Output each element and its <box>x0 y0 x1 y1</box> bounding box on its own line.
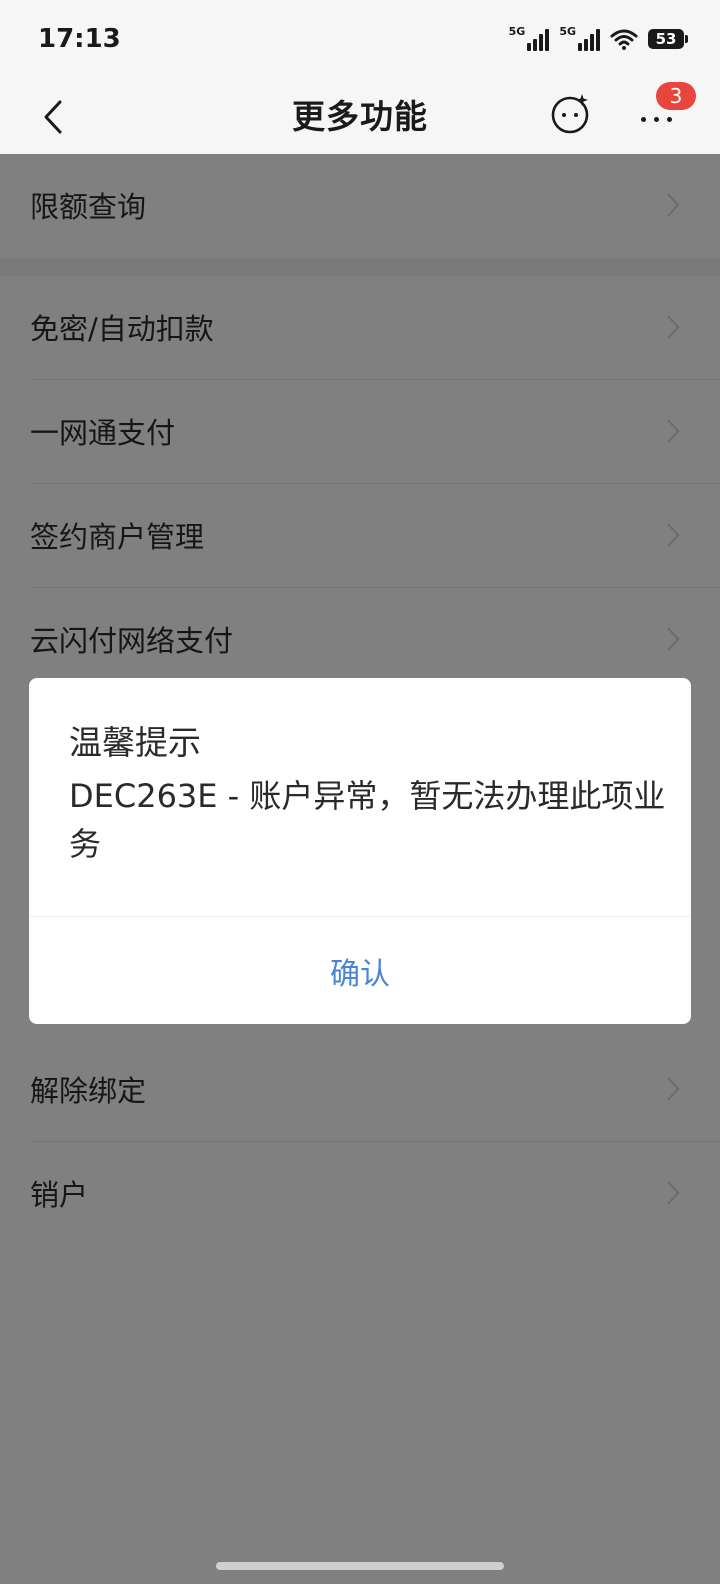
network-type-label: 5G <box>508 25 526 38</box>
chevron-right-icon <box>667 523 680 547</box>
chevron-right-icon <box>667 315 680 339</box>
list-item-label: 解除绑定 <box>30 1074 147 1108</box>
section-gap <box>0 258 720 276</box>
chevron-right-icon <box>667 193 680 217</box>
chevron-right-icon <box>667 1077 680 1101</box>
list-item-label: 免密/自动扣款 <box>30 312 214 346</box>
page-title: 更多功能 <box>292 97 428 136</box>
signal-bars-icon <box>527 29 550 51</box>
signal-bars-icon <box>578 29 600 51</box>
list-item-close-account[interactable]: 销户 <box>0 1142 720 1246</box>
list-item-label: 签约商户管理 <box>30 520 205 554</box>
status-bar: 17:13 5G 5G 53 <box>0 0 720 80</box>
navigation-header: 更多功能 <box>0 80 720 154</box>
wifi-icon <box>610 29 638 50</box>
home-indicator[interactable] <box>216 1562 504 1570</box>
more-dots-icon <box>640 116 672 122</box>
list-item-label: 云闪付网络支付 <box>30 624 234 658</box>
list-item-unbind[interactable]: 解除绑定 <box>0 1038 720 1142</box>
notification-badge: 3 <box>656 82 696 110</box>
assistant-face-icon <box>551 94 589 134</box>
chevron-right-icon <box>667 627 680 651</box>
confirm-button[interactable]: 确认 <box>29 917 691 1024</box>
chevron-right-icon <box>667 1181 680 1205</box>
network-type-label: 5G <box>559 25 576 38</box>
dialog-title: 温馨提示 <box>69 723 201 762</box>
status-icons: 5G 5G 53 <box>509 26 688 51</box>
alert-dialog: 温馨提示 DEC263E - 账户异常，暂无法办理此项业务 确认 <box>29 678 691 1024</box>
dialog-message: DEC263E - 账户异常，暂无法办理此项业务 <box>69 777 666 863</box>
assistant-button[interactable] <box>548 90 594 136</box>
list-item-quickpass[interactable]: 云闪付网络支付 <box>0 588 720 692</box>
list-item-auto-debit[interactable]: 免密/自动扣款 <box>0 276 720 380</box>
list-item-merchant-management[interactable]: 签约商户管理 <box>0 484 720 588</box>
list-item-label: 一网通支付 <box>30 416 176 450</box>
signal-group-1: 5G <box>509 26 550 51</box>
chevron-right-icon <box>667 419 680 443</box>
battery-icon: 53 <box>648 28 688 49</box>
status-time: 17:13 <box>38 24 121 54</box>
list-item-limit-query[interactable]: 限额查询 <box>0 154 720 258</box>
list-item-label: 销户 <box>30 1178 89 1212</box>
list-item-netpay[interactable]: 一网通支付 <box>0 380 720 484</box>
signal-group-2: 5G <box>559 26 600 51</box>
list-item-label: 限额查询 <box>30 190 147 224</box>
